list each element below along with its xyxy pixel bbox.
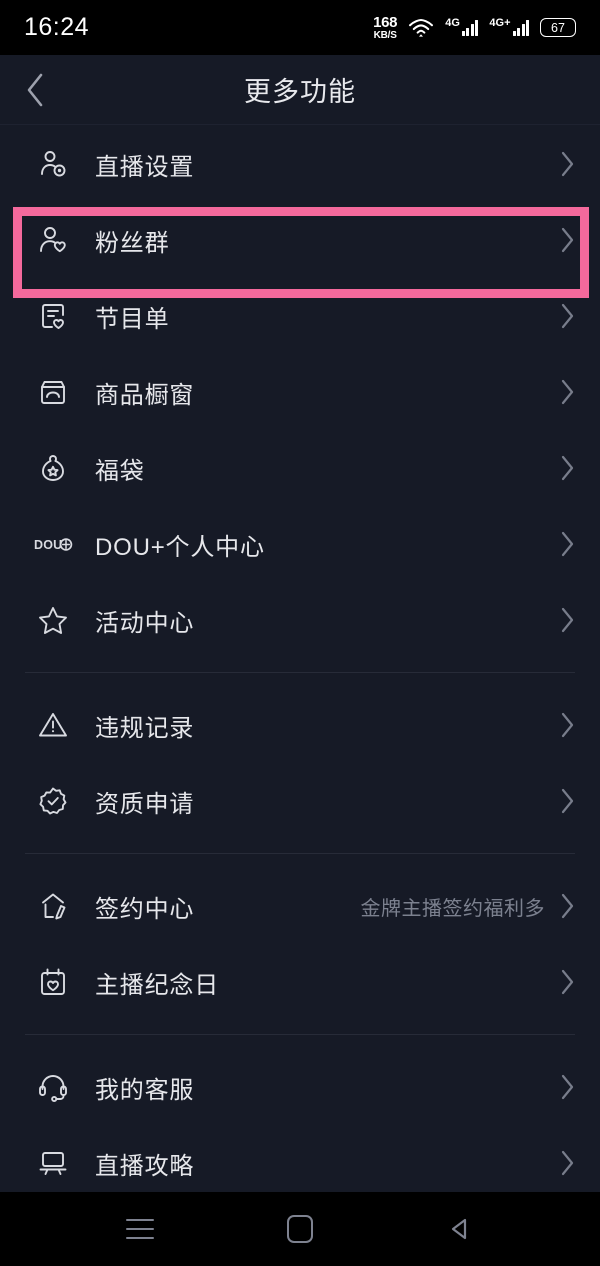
chevron-right-icon [559,454,575,482]
list-item-product-showcase[interactable]: 商品橱窗 [0,354,600,430]
list-section: 我的客服 直播攻略 [0,1049,600,1201]
projector-icon [33,1143,73,1183]
network-speed-indicator: 168 KB/S [373,15,397,41]
person-gear-icon [33,144,73,184]
warning-triangle-icon [33,705,73,745]
chevron-right-icon [559,606,575,634]
chevron-right-icon [559,302,575,330]
lucky-bag-icon [33,448,73,488]
back-button[interactable] [0,55,70,125]
wifi-icon [408,18,434,38]
list-item-my-customer-service[interactable]: 我的客服 [0,1049,600,1125]
nav-home-button[interactable] [260,1192,340,1266]
chevron-right-icon [559,968,575,996]
page-header: 更多功能 [0,55,600,125]
list-item-label: 节目单 [95,305,170,333]
battery-indicator: 67 [540,18,576,37]
list-item-activity-center[interactable]: 活动中心 [0,582,600,658]
headset-icon [33,1067,73,1107]
settings-list: 直播设置 粉丝群 节目单 商品橱窗 福袋 DOU DOU+个人中心 活动中心 违… [0,126,600,1201]
chevron-right-icon [559,892,575,920]
chevron-right-icon [559,150,575,178]
signal-bars [461,19,479,36]
list-item-label: 主播纪念日 [95,971,219,999]
list-section: 违规记录 资质申请 [0,687,600,839]
network-speed-value: 168 [373,13,398,31]
chevron-left-icon [23,70,47,110]
signal-label-4gplus: 4G+ [489,17,511,29]
home-square-icon [287,1215,313,1243]
menu-icon [126,1218,154,1240]
signal-indicator-4g: 4G [445,17,479,36]
section-divider [25,853,575,854]
android-nav-bar [0,1192,600,1266]
list-item-label: 直播攻略 [95,1152,195,1180]
person-heart-icon [33,220,73,260]
list-item-qualification-apply[interactable]: 资质申请 [0,763,600,839]
signal-label-4g: 4G [445,17,460,29]
calendar-heart-icon [33,962,73,1002]
dou-plus-icon: DOU [33,524,73,564]
list-item-contract-center[interactable]: 签约中心 金牌主播签约福利多 [0,868,600,944]
star-icon [33,600,73,640]
list-item-label: 资质申请 [95,790,195,818]
network-speed-unit: KB/S [373,29,397,41]
list-section: 直播设置 粉丝群 节目单 商品橱窗 福袋 DOU DOU+个人中心 活动中心 [0,126,600,658]
chevron-right-icon [559,378,575,406]
section-divider [25,1034,575,1035]
chevron-right-icon [559,1149,575,1177]
signal-bars [512,19,529,36]
contract-sign-icon [33,886,73,926]
back-triangle-icon [447,1216,473,1242]
list-item-douplus-center[interactable]: DOU DOU+个人中心 [0,506,600,582]
list-item-fan-group[interactable]: 粉丝群 [0,202,600,278]
signal-indicator-4gplus: 4G+ [489,17,529,36]
list-item-label: 违规记录 [95,714,195,742]
list-item-label: 活动中心 [95,609,195,637]
phone-screen: 16:24 168 KB/S 4G 4G+ 67 更多功能 直播设置 粉丝群 节… [0,0,600,1266]
page-title: 更多功能 [244,77,356,107]
list-item-value: 金牌主播签约福利多 [360,897,545,920]
list-item-anchor-anniversary[interactable]: 主播纪念日 [0,944,600,1020]
storefront-icon [33,372,73,412]
list-item-program-list[interactable]: 节目单 [0,278,600,354]
list-item-label: 福袋 [95,457,145,485]
list-item-lucky-bag[interactable]: 福袋 [0,430,600,506]
list-item-label: 我的客服 [95,1076,195,1104]
list-item-label: 粉丝群 [95,229,170,257]
list-item-label: 商品橱窗 [95,381,195,409]
verified-badge-icon [33,781,73,821]
chevron-right-icon [559,1073,575,1101]
list-item-live-settings[interactable]: 直播设置 [0,126,600,202]
list-item-live-strategy[interactable]: 直播攻略 [0,1125,600,1201]
list-item-violation-record[interactable]: 违规记录 [0,687,600,763]
status-bar: 16:24 168 KB/S 4G 4G+ 67 [0,0,600,55]
chevron-right-icon [559,530,575,558]
chevron-right-icon [559,711,575,739]
status-icons: 168 KB/S 4G 4G+ 67 [373,15,576,41]
section-divider [25,672,575,673]
status-time: 16:24 [24,13,90,41]
list-item-label: DOU+个人中心 [95,533,265,561]
svg-text:DOU: DOU [34,538,62,552]
list-heart-icon [33,296,73,336]
list-item-label: 签约中心 [95,895,195,923]
chevron-right-icon [559,226,575,254]
list-item-label: 直播设置 [95,153,195,181]
nav-recents-button[interactable] [100,1192,180,1266]
nav-back-button[interactable] [420,1192,500,1266]
chevron-right-icon [559,787,575,815]
list-section: 签约中心 金牌主播签约福利多 主播纪念日 [0,868,600,1020]
battery-level: 67 [551,20,565,35]
